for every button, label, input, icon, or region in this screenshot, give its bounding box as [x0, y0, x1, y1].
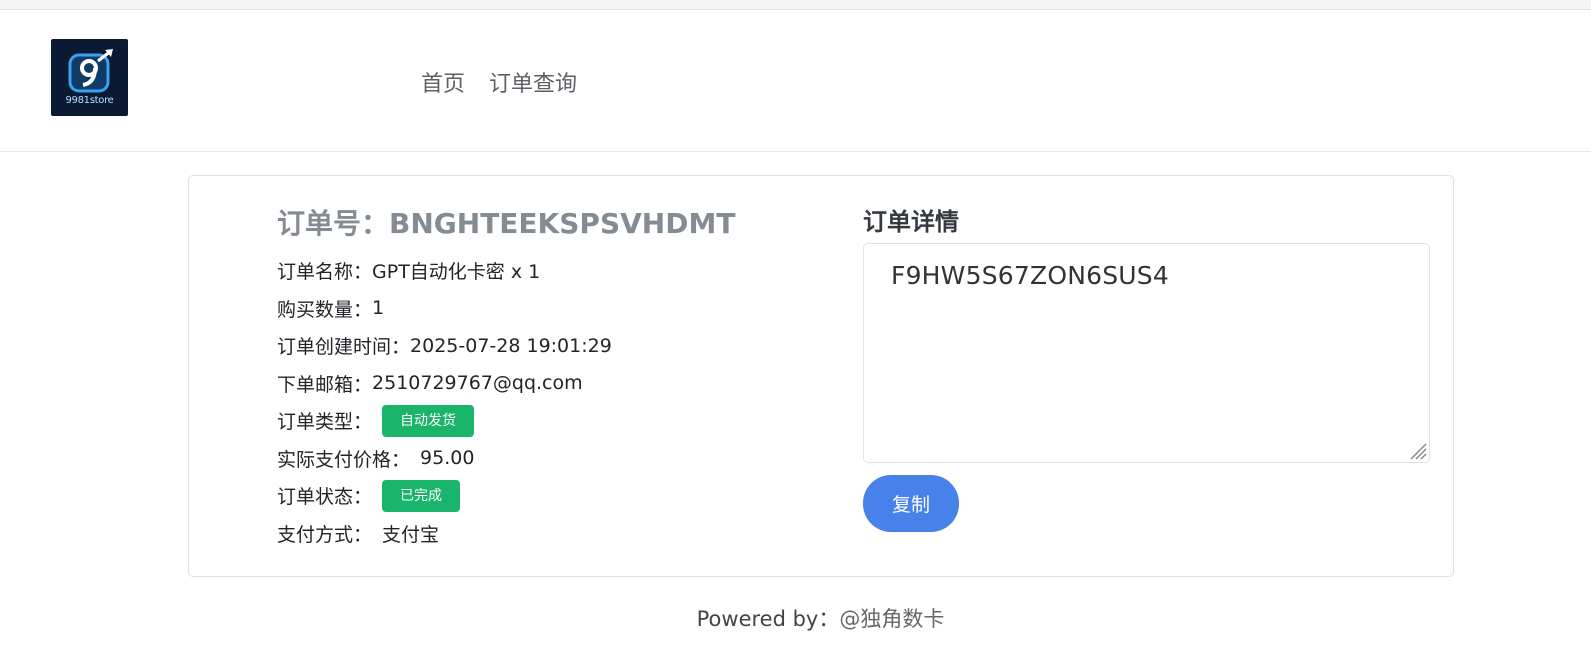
order-status-row: 订单状态： 已完成 [277, 477, 612, 515]
payment-method-row: 支付方式： 支付宝 [277, 515, 612, 553]
paid-price-row: 实际支付价格： 95.00 [277, 440, 612, 478]
order-number-label: 订单号： [277, 207, 390, 240]
copy-button[interactable]: 复制 [863, 475, 959, 532]
quantity-value: 1 [372, 297, 385, 320]
order-info-list: 订单名称： GPT自动化卡密 x 1 购买数量： 1 订单创建时间： 2025-… [277, 252, 612, 552]
email-value: 2510729767@qq.com [372, 372, 583, 395]
order-type-row: 订单类型： 自动发货 [277, 402, 612, 440]
order-status-badge: 已完成 [382, 479, 461, 512]
order-detail-textarea[interactable]: F9HW5S67ZON6SUS4 [863, 243, 1430, 463]
order-number-value: BNGHTEEKSPSVHDMT [389, 207, 736, 240]
order-type-label: 订单类型： [277, 411, 373, 434]
quantity-row: 购买数量： 1 [277, 290, 612, 328]
order-name-label: 订单名称： [277, 261, 373, 284]
email-row: 下单邮箱： 2510729767@qq.com [277, 365, 612, 403]
footer: Powered by：@独角数卡 [0, 603, 1591, 633]
site-logo[interactable]: 9981store [51, 39, 128, 116]
order-detail-title: 订单详情 [863, 208, 959, 236]
order-number-heading: 订单号：BNGHTEEKSPSVHDMT [277, 202, 735, 242]
order-card: 订单号：BNGHTEEKSPSVHDMT 订单名称： GPT自动化卡密 x 1 … [188, 175, 1454, 577]
nav-order-query[interactable]: 订单查询 [489, 66, 577, 98]
created-time-row: 订单创建时间： 2025-07-28 19:01:29 [277, 327, 612, 365]
payment-method-value: 支付宝 [382, 523, 440, 546]
paid-price-label: 实际支付价格： [277, 448, 411, 471]
logo-text: 9981store [65, 95, 114, 106]
footer-brand-link[interactable]: @独角数卡 [839, 607, 944, 631]
order-type-badge: 自动发货 [382, 404, 475, 437]
quantity-label: 购买数量： [277, 298, 373, 321]
footer-powered-by: Powered by： [696, 607, 840, 631]
order-detail-content: F9HW5S67ZON6SUS4 [891, 261, 1169, 290]
resize-handle-icon[interactable] [1407, 440, 1427, 460]
payment-method-label: 支付方式： [277, 523, 373, 546]
paid-price-value: 95.00 [420, 447, 475, 470]
browser-top-strip [0, 0, 1591, 10]
nav-home[interactable]: 首页 [421, 66, 465, 98]
order-status-label: 订单状态： [277, 486, 373, 509]
created-time-label: 订单创建时间： [277, 336, 411, 359]
email-label: 下单邮箱： [277, 373, 373, 396]
created-time-value: 2025-07-28 19:01:29 [410, 334, 612, 357]
order-name-row: 订单名称： GPT自动化卡密 x 1 [277, 252, 612, 290]
order-name-value: GPT自动化卡密 x 1 [372, 261, 541, 284]
site-header: 9981store 首页 订单查询 [0, 10, 1591, 152]
main-nav: 首页 订单查询 [421, 66, 577, 98]
